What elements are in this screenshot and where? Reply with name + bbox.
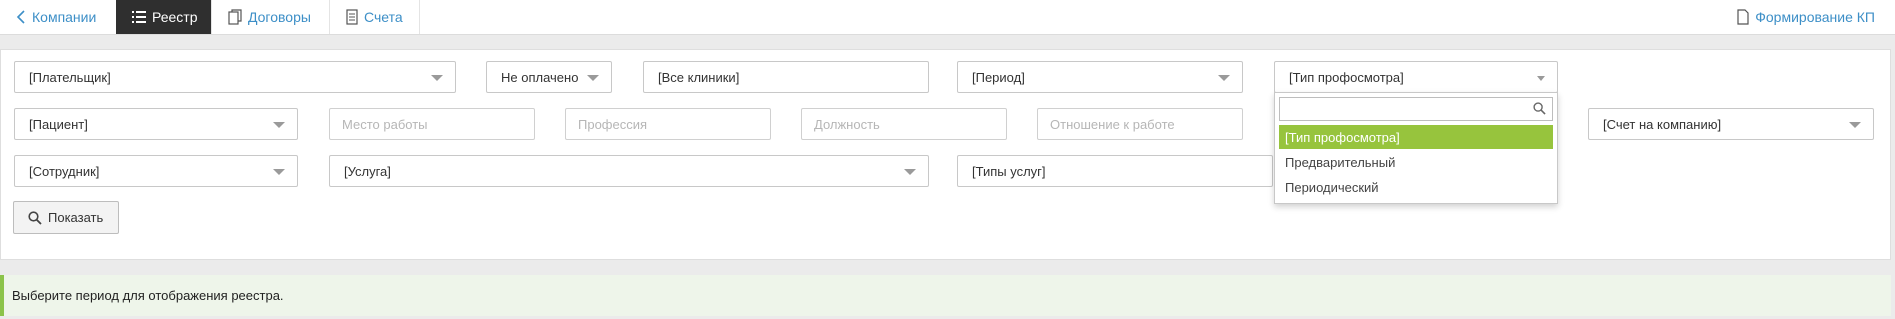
payer-select[interactable]: [Плательщик] [14,61,456,93]
dropdown-option[interactable]: [Тип профосмотра] [1279,125,1553,149]
search-icon [1533,102,1546,115]
tab-invoices[interactable]: Счета [330,0,420,34]
chevron-down-icon [587,75,599,81]
service-value: [Услуга] [344,163,391,179]
search-icon [28,210,42,225]
clinics-select[interactable]: [Все клиники] [643,61,929,93]
chevron-down-icon [431,75,443,81]
dropdown-option[interactable]: Предварительный [1279,150,1553,174]
profession-input[interactable] [565,108,771,140]
employee-value: [Сотрудник] [29,163,100,179]
period-value: [Период] [972,69,1025,85]
info-message-text: Выберите период для отображения реестра. [12,288,284,303]
patient-select[interactable]: [Пациент] [14,108,298,140]
period-select[interactable]: [Период] [957,61,1243,93]
back-label: Компании [32,9,97,25]
patient-value: [Пациент] [29,116,88,132]
workplace-input[interactable] [329,108,535,140]
service-types-select[interactable]: [Типы услуг] [957,155,1273,187]
dropdown-option[interactable]: Периодический [1279,175,1553,199]
employee-select[interactable]: [Сотрудник] [14,155,298,187]
company-invoice-select[interactable]: [Счет на компанию] [1588,108,1874,140]
invoice-icon [346,9,358,25]
info-message: Выберите период для отображения реестра. [0,275,1891,316]
chevron-down-icon [273,169,285,175]
chevron-left-icon [16,10,25,24]
service-types-value: [Типы услуг] [972,163,1046,179]
position-input[interactable] [801,108,1007,140]
clinics-value: [Все клиники] [658,69,740,85]
back-to-companies-link[interactable]: Компании [0,0,116,34]
documents-icon [228,9,242,25]
top-navigation: Компании Реестр Договоры Счета Формирова… [0,0,1895,35]
checkup-type-dropdown: [Тип профосмотра] Предварительный Период… [1274,92,1558,204]
service-select[interactable]: [Услуга] [329,155,929,187]
tab-registry-label: Реестр [152,9,198,25]
payer-value: [Плательщик] [29,69,111,85]
checkup-type-value: [Тип профосмотра] [1289,69,1404,85]
work-relation-input[interactable] [1037,108,1243,140]
payment-status-value: Не оплачено [501,69,579,85]
payment-status-select[interactable]: Не оплачено [486,61,612,93]
show-button[interactable]: Показать [13,201,119,234]
dropdown-search[interactable] [1279,97,1553,121]
tab-contracts-label: Договоры [248,9,311,25]
kp-generation-label: Формирование КП [1755,9,1875,25]
tab-registry[interactable]: Реестр [116,0,212,34]
chevron-down-icon [273,122,285,128]
tab-contracts[interactable]: Договоры [212,0,330,34]
chevron-down-icon [1218,75,1230,81]
dropdown-search-input[interactable] [1284,98,1528,120]
company-invoice-value: [Счет на компанию] [1603,116,1722,132]
kp-generation-link[interactable]: Формирование КП [1737,0,1875,34]
chevron-down-icon [904,169,916,175]
show-button-label: Показать [48,210,104,225]
document-icon [1737,9,1749,25]
chevron-down-icon [1537,76,1545,81]
checkup-type-select[interactable]: [Тип профосмотра] [1274,61,1558,93]
chevron-down-icon [1849,122,1861,128]
tab-invoices-label: Счета [364,9,403,25]
list-icon [132,11,146,23]
